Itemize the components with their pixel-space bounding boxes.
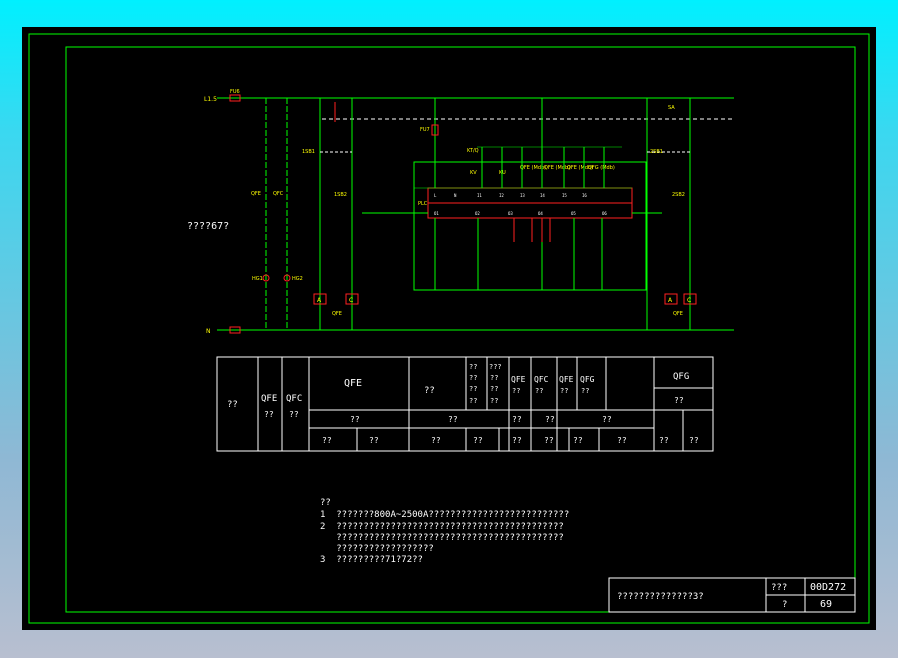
relay-ku: KU [499,170,506,176]
svg-text:L: L [434,193,437,198]
cell-mid: ?? [424,386,435,396]
svg-text:O3: O3 [508,211,513,216]
cell-qfg-right: QFG [673,372,689,382]
row3-cell: ?? [512,436,522,445]
fuse-plc-label: FU7 [420,127,430,133]
pilot-right-label: HG2 [292,276,303,282]
pilot-left-label: HG1 [252,276,263,282]
sb-right-2: 2SB2 [672,192,685,198]
title-block-v1: 00D272 [810,582,846,593]
box-a-left-label: A [317,297,322,304]
row3-cell: ?? [689,436,699,445]
svg-text:O1: O1 [434,211,439,216]
cell-qfe-b-sub: ?? [512,387,520,395]
row3-cell: ?? [617,436,627,445]
stack2-1: ?? [490,374,498,382]
note-line-4: ?????????????????? [320,544,434,554]
cell-qfg: QFG [580,375,595,384]
row2-cell: ?? [602,415,612,424]
drawing-sheet: ????67? L1.5 FU6 N QFE QFC HG1 HG2 1SB1 … [22,27,876,630]
relay-kv: KV [470,170,477,176]
svg-text:I3: I3 [520,193,525,198]
note-line-2: 2 ??????????????????????????????????????… [320,522,564,532]
cell-qfc-b: QFC [534,375,549,384]
stack1-1: ?? [469,374,477,382]
svg-text:O6: O6 [602,211,607,216]
svg-text:O2: O2 [475,211,480,216]
title-block-name: ??????????????3? [617,592,704,602]
title-block-h1: ??? [771,583,787,593]
cell-qfc: QFC [286,394,302,404]
svg-text:I6: I6 [582,193,587,198]
plc-frame-outer [413,161,647,291]
svg-text:I5: I5 [562,193,567,198]
row3-cell: ?? [573,436,583,445]
cell-qfg-right-sub: ?? [674,396,684,405]
cell-qfe: QFE [261,394,277,404]
cell-qfe-b: QFE [511,375,526,384]
stack1-0: ?? [469,363,477,371]
row3-cell: ?? [544,436,554,445]
row3-cell: ?? [322,436,332,445]
qfe-label-right: QFE [673,311,683,317]
cell-qfe-c-sub: ?? [560,387,568,395]
svg-text:I1: I1 [477,193,482,198]
svg-text:QFC: QFC [273,191,284,197]
cell-big-qfe: QFE [344,378,362,389]
stack1-2: ?? [469,385,477,393]
box-c-right-label: C [687,297,691,304]
plc-label: PLC [418,201,428,207]
row3-cell: ?? [431,436,441,445]
stack2-3: ?? [490,397,498,405]
box-a-right-label: A [668,297,673,304]
note-line-5: 3 ?????????71?72?? [320,555,423,565]
row2-cell: ?? [545,415,555,424]
row3-cell: ?? [659,436,669,445]
spec-table [216,356,714,452]
sb-left-1: 1SB1 [302,149,315,155]
row2-cell: ?? [512,415,522,424]
schematic-drawing: ????67? L1.5 FU6 N QFE QFC HG1 HG2 1SB1 … [28,33,870,624]
cell-qfe-sub: ?? [264,410,274,419]
note-line-1: 1 ???????800A~2500A?????????????????????… [320,510,569,520]
stack1-3: ?? [469,397,477,405]
note-line-3: ????????????????????????????????????????… [320,533,564,543]
cell-qfc-b-sub: ?? [535,387,543,395]
svg-text:N: N [454,193,457,198]
title-block-h2: ? [782,600,787,610]
sb-left-2: 1SB2 [334,192,347,198]
cell-qfe-c: QFE [559,375,574,384]
row2-cell: ?? [448,415,458,424]
svg-text:I2: I2 [499,193,504,198]
stack2-0: ??? [489,363,502,371]
box-c-left-label: C [349,297,353,304]
notes-title: ?? [320,498,331,508]
row3-cell: ?? [473,436,483,445]
svg-text:I4: I4 [540,193,545,198]
relay-kt: KT/Q [467,148,479,154]
schematic: L1.5 FU6 N QFE QFC HG1 HG2 1SB1 1SB2 A C… [204,89,734,335]
qfe-label-left: QFE [332,311,342,317]
side-label: ????67? [187,221,229,232]
cell-qfc-sub: ?? [289,410,299,419]
row3-cell: ?? [369,436,379,445]
notes: ?? 1 ???????800A~2500A??????????????????… [320,498,569,565]
stack2-2: ?? [490,385,498,393]
sa-label: SA [668,105,675,111]
row2-cell: ?? [350,415,360,424]
fuse-label: FU6 [230,89,240,95]
neutral-label: N [206,328,211,335]
relay-qfg: QFG (Mdb) [588,165,615,171]
line-label: L1.5 [204,96,217,103]
title-block-v2: 69 [820,599,832,610]
cell-col-a: ?? [227,400,238,410]
sb-right-1: 2SB1 [650,149,663,155]
spec-table-text: ?? QFE ?? QFC ?? QFE ?? ?? ?? ?? ?? ??? … [227,363,699,445]
svg-text:O4: O4 [538,211,543,216]
svg-text:O5: O5 [571,211,576,216]
cell-qfg-sub: ?? [581,387,589,395]
svg-text:QFE: QFE [251,191,261,197]
